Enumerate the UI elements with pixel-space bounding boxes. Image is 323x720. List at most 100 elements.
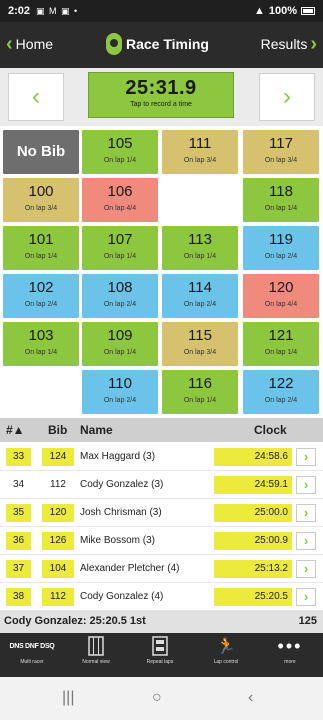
row-detail-button[interactable]: › [296, 448, 316, 466]
bib-number: 115 [188, 327, 212, 344]
lap-status: On lap 1/4 [24, 253, 58, 260]
bib-tile[interactable]: 113 On lap 1/4 [162, 226, 238, 270]
row-clock: 25:13.2 [214, 560, 292, 578]
bib-number: 121 [268, 327, 294, 344]
tool-label: Normal view [82, 659, 110, 665]
bib-tile[interactable]: 120 On lap 4/4 [243, 274, 319, 318]
more-icon: ••• [277, 636, 303, 656]
last-result-bar: Cody Gonzalez: 25:20.5 1st 125 [0, 611, 323, 633]
bib-tile[interactable]: 105 On lap 1/4 [82, 130, 158, 174]
recents-icon[interactable]: ||| [62, 689, 74, 707]
lap-status: On lap 2/4 [264, 253, 298, 260]
battery-text: 100% [268, 5, 297, 17]
lap-status: On lap 1/4 [103, 349, 137, 356]
more-button[interactable]: ••• more [258, 633, 322, 677]
lap-status: On lap 1/4 [103, 253, 137, 260]
row-clock: 25:00.0 [214, 504, 292, 522]
bib-number: 110 [108, 375, 132, 392]
row-position: 36 [6, 532, 31, 550]
bib-number: 107 [107, 231, 133, 248]
row-position: 33 [6, 448, 31, 466]
bib-tile[interactable]: 115 On lap 3/4 [162, 322, 238, 366]
row-position: 38 [6, 588, 31, 606]
bib-tile[interactable]: 111 On lap 3/4 [162, 130, 238, 174]
record-hint: Tap to record a time [130, 101, 192, 108]
page-title-text: Race Timing [126, 36, 209, 52]
row-detail-button[interactable]: › [296, 504, 316, 522]
system-nav-bar: ||| ○ ‹ [0, 677, 323, 720]
bib-number: 106 [107, 183, 133, 200]
bib-tile[interactable]: 117 On lap 3/4 [243, 130, 319, 174]
multi-racer-button[interactable]: DNS DNF DSQ Multi racer [0, 633, 64, 677]
race-timing-logo-icon [106, 33, 122, 55]
bib-tile[interactable]: 118 On lap 1/4 [243, 178, 319, 222]
results-label: Results [260, 36, 308, 52]
name-column-header[interactable]: Name [80, 423, 113, 437]
bib-tile[interactable]: 108 On lap 2/4 [82, 274, 158, 318]
results-button[interactable]: Results › [261, 34, 317, 54]
clock-column-header[interactable]: Clock [254, 423, 287, 437]
tool-label: Repeat laps [146, 659, 174, 665]
back-icon[interactable]: ‹ [248, 689, 253, 707]
repeat-laps-icon [152, 636, 168, 656]
row-detail-button[interactable]: › [296, 476, 316, 494]
lap-status: On lap 1/4 [183, 397, 217, 404]
home-circle-icon[interactable]: ○ [152, 689, 162, 707]
row-position: 37 [6, 560, 31, 578]
bib-tile[interactable]: 100 On lap 3/4 [3, 178, 79, 222]
bib-number: 102 [28, 279, 54, 296]
sort-position-header[interactable]: #▲ [6, 423, 25, 437]
bib-tile[interactable]: 122 On lap 2/4 [243, 370, 319, 414]
bib-number: 120 [268, 279, 294, 296]
notification-icons: ▣ M ▣ • [36, 5, 79, 16]
bib-tile[interactable]: 116 On lap 1/4 [162, 370, 238, 414]
next-page-button[interactable]: › [259, 73, 315, 121]
bib-number: 114 [188, 279, 212, 296]
result-row[interactable]: 37 104 Alexander Pletcher (4) 25:13.2 › [0, 556, 323, 583]
bib-column-header[interactable]: Bib [48, 423, 67, 437]
tool-label: more [284, 659, 296, 665]
status-time: 2:02 [8, 5, 31, 17]
timer-bar: ‹ 25:31.9 Tap to record a time › [0, 68, 323, 126]
status-bar: 2:02 ▣ M ▣ • ▲ 100% [0, 0, 323, 22]
bib-tile[interactable]: 103 On lap 1/4 [3, 322, 79, 366]
record-time-button[interactable]: 25:31.9 Tap to record a time [88, 72, 234, 118]
bib-tile-no-bib[interactable]: No Bib [3, 130, 79, 174]
lap-status: On lap 4/4 [103, 205, 137, 212]
lap-status: On lap 2/4 [103, 397, 137, 404]
lap-status: On lap 3/4 [183, 157, 217, 164]
result-row[interactable]: 33 124 Max Haggard (3) 24:58.6 › [0, 444, 323, 471]
result-row[interactable]: 35 120 Josh Chrisman (3) 25:00.0 › [0, 500, 323, 527]
row-bib: 104 [42, 560, 74, 578]
bib-number: 101 [28, 231, 54, 248]
lap-status: On lap 3/4 [264, 157, 298, 164]
lap-control-button[interactable]: 🏃 Lap control [194, 633, 258, 677]
prev-page-button[interactable]: ‹ [8, 73, 64, 121]
row-detail-button[interactable]: › [296, 560, 316, 578]
result-row[interactable]: 38 112 Cody Gonzalez (4) 25:20.5 › [0, 584, 323, 611]
row-clock: 25:00.9 [214, 532, 292, 550]
row-name: Alexander Pletcher (4) [80, 563, 180, 574]
lap-status: On lap 2/4 [103, 301, 137, 308]
bib-tile[interactable]: 106 On lap 4/4 [82, 178, 158, 222]
bib-tile[interactable]: 114 On lap 2/4 [162, 274, 238, 318]
bib-tile[interactable]: 110 On lap 2/4 [82, 370, 158, 414]
bib-tile[interactable]: 102 On lap 2/4 [3, 274, 79, 318]
result-row[interactable]: 34 112 Cody Gonzalez (3) 24:59.1 › [0, 472, 323, 499]
chevron-right-icon: › [310, 33, 317, 55]
bib-tile[interactable]: 119 On lap 2/4 [243, 226, 319, 270]
bib-number: 113 [188, 231, 212, 248]
repeat-laps-button[interactable]: Repeat laps [128, 633, 192, 677]
dns-dnf-dsq-icon: DNS DNF DSQ [9, 642, 55, 650]
result-row[interactable]: 36 126 Mike Bossom (3) 25:00.9 › [0, 528, 323, 555]
row-detail-button[interactable]: › [296, 532, 316, 550]
row-bib: 126 [42, 532, 74, 550]
normal-view-button[interactable]: Normal view [64, 633, 128, 677]
bib-tile[interactable]: 101 On lap 1/4 [3, 226, 79, 270]
bib-tile[interactable]: 107 On lap 1/4 [82, 226, 158, 270]
row-detail-button[interactable]: › [296, 588, 316, 606]
row-name: Cody Gonzalez (4) [80, 591, 164, 602]
bib-tile[interactable]: 121 On lap 1/4 [243, 322, 319, 366]
bib-tile[interactable]: 109 On lap 1/4 [82, 322, 158, 366]
home-button[interactable]: ‹ Home [6, 34, 53, 54]
